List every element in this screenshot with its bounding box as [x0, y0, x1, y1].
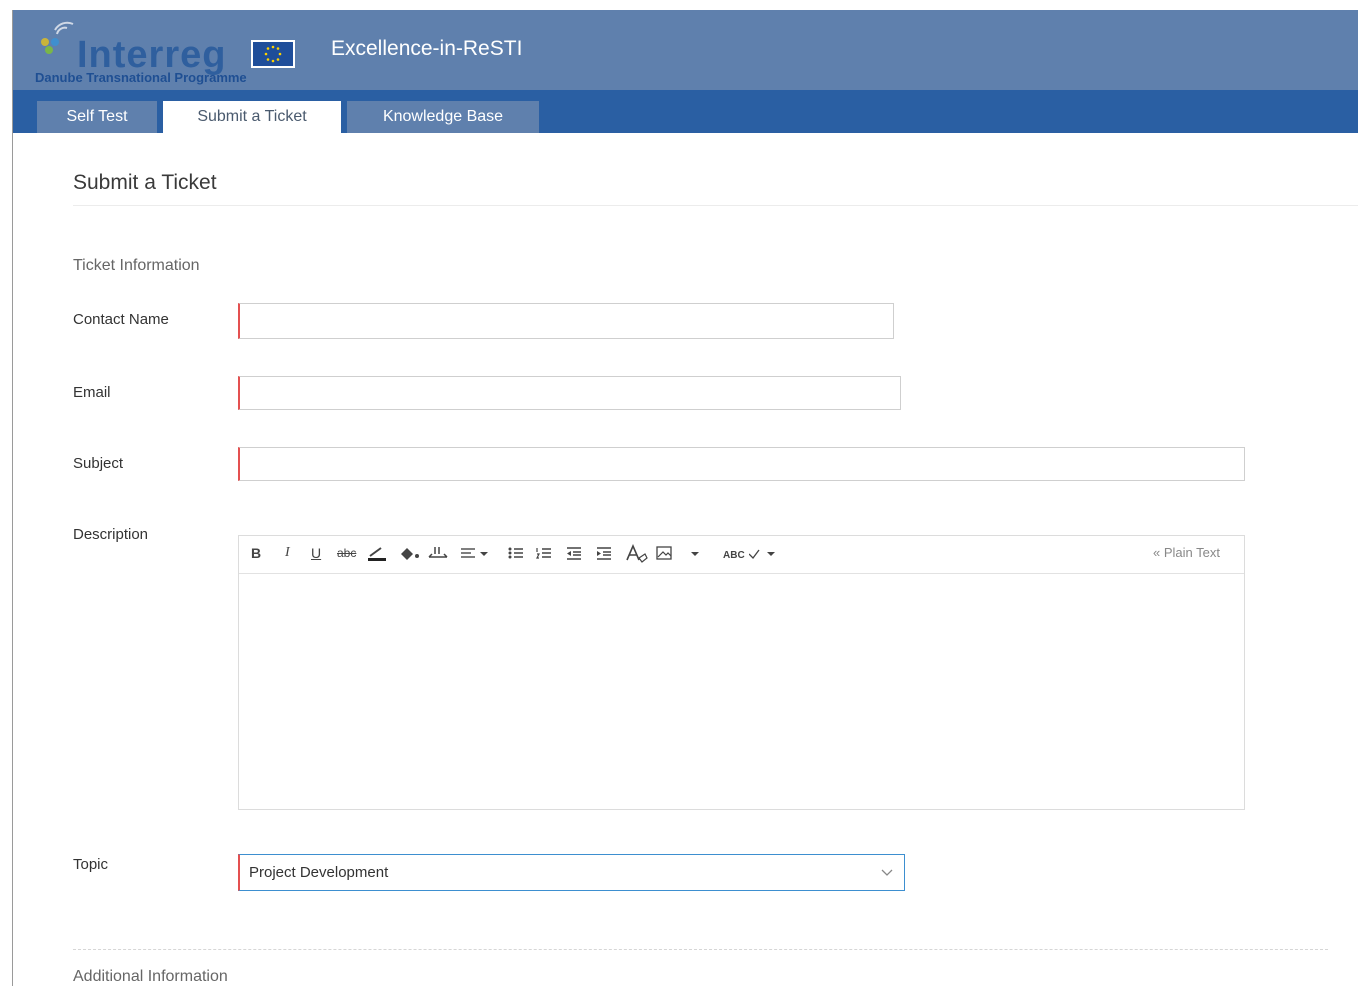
email-label: Email	[73, 384, 111, 401]
tab-self-test[interactable]: Self Test	[37, 101, 157, 133]
indent-icon[interactable]	[595, 544, 613, 566]
more-dropdown-icon[interactable]	[689, 544, 701, 566]
logo-subtitle: Danube Transnational Programme	[35, 70, 247, 85]
plain-text-toggle[interactable]: « Plain Text	[1153, 545, 1220, 560]
tab-bar: Self Test Submit a Ticket Knowledge Base	[13, 90, 1358, 133]
tab-submit-ticket[interactable]: Submit a Ticket	[163, 101, 341, 133]
description-textarea[interactable]	[239, 574, 1244, 809]
chevron-down-icon	[880, 865, 894, 884]
description-editor: B I U abc ABC « Plain Text	[238, 535, 1245, 810]
strikethrough-icon[interactable]: abc	[337, 544, 356, 562]
logo-signal-icon	[41, 21, 74, 54]
spellcheck-label: ABC	[723, 550, 745, 561]
font-color-icon[interactable]	[367, 544, 387, 566]
topic-selected-value: Project Development	[249, 864, 389, 881]
numbered-list-icon[interactable]	[535, 544, 553, 566]
topic-label: Topic	[73, 856, 109, 873]
fill-color-icon[interactable]	[397, 544, 421, 566]
topic-select[interactable]: Project Development	[238, 854, 905, 891]
italic-icon[interactable]: I	[285, 544, 290, 562]
tab-knowledge-base[interactable]: Knowledge Base	[347, 101, 539, 133]
interreg-logo[interactable]: Interreg Danube Transnational Programme	[33, 16, 303, 86]
contact-name-label: Contact Name	[73, 311, 169, 328]
editor-toolbar: B I U abc ABC « Plain Text	[239, 536, 1244, 574]
email-field[interactable]	[238, 376, 901, 410]
outdent-icon[interactable]	[565, 544, 583, 566]
bold-icon[interactable]: B	[251, 544, 261, 562]
align-icon[interactable]	[459, 544, 493, 566]
underline-icon[interactable]: U	[311, 544, 321, 562]
app-title: Excellence-in-ReSTI	[331, 37, 523, 60]
site-header: Interreg Danube Transnational Programme …	[13, 10, 1358, 90]
window-left-border	[12, 10, 13, 986]
subject-field[interactable]	[238, 447, 1245, 481]
contact-name-field[interactable]	[238, 303, 894, 339]
section-additional-information: Additional Information	[73, 968, 228, 985]
insert-image-icon[interactable]	[655, 544, 673, 566]
eu-flag-icon	[251, 40, 295, 68]
subject-label: Subject	[73, 455, 124, 472]
section-divider	[73, 949, 1328, 950]
clear-format-icon[interactable]	[625, 543, 649, 568]
title-divider	[73, 205, 1358, 206]
description-label: Description	[73, 526, 149, 543]
page-title: Submit a Ticket	[73, 171, 217, 194]
section-ticket-information: Ticket Information	[73, 257, 200, 274]
text-direction-icon[interactable]	[427, 544, 449, 566]
spellcheck-icon[interactable]: ABC	[723, 544, 779, 565]
bullet-list-icon[interactable]	[507, 544, 525, 566]
